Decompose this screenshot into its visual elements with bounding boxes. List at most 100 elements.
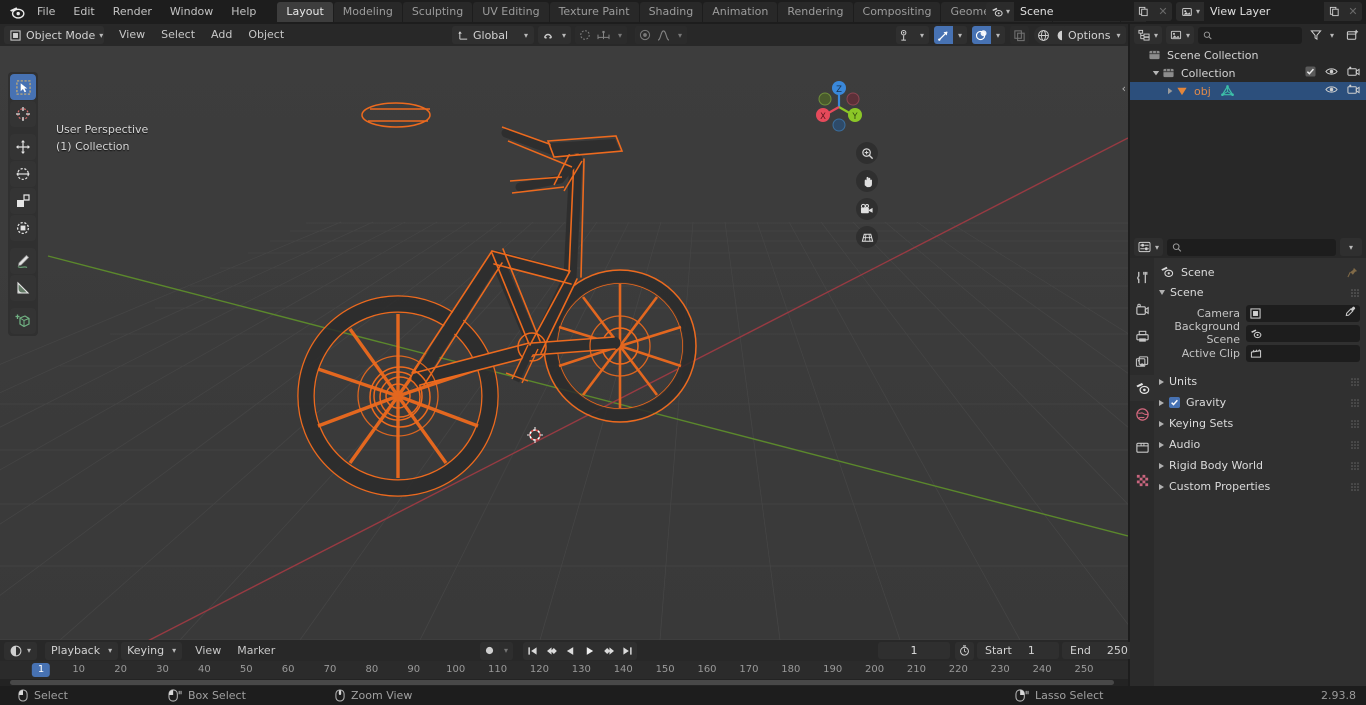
panel-expander-icon[interactable] (1159, 483, 1164, 490)
view-layer-selector[interactable]: ▾ View Layer ✕ (1175, 2, 1362, 21)
proportional-edit-group[interactable]: ▾ (575, 26, 627, 44)
tool-cursor[interactable] (10, 101, 36, 127)
show-overlays-icon[interactable] (972, 26, 991, 44)
keying-popover[interactable]: Keying ▾ (121, 641, 183, 660)
workspace-tab-sculpting[interactable]: Sculpting (402, 2, 473, 22)
viewport-menu-view[interactable]: View (112, 26, 152, 44)
bicycle-object[interactable] (270, 81, 720, 511)
panel-header-units[interactable]: Units (1154, 371, 1366, 392)
workspace-tab-uv-editing[interactable]: UV Editing (473, 2, 549, 22)
scene-name-field[interactable]: Scene (1013, 2, 1134, 21)
sidebar-collapse-arrow[interactable]: ‹ (1122, 82, 1126, 95)
property-input[interactable] (1246, 304, 1360, 322)
visibility-icon[interactable] (896, 26, 915, 44)
falloff-curve-icon[interactable] (654, 26, 673, 44)
outliner-editor-type-selector[interactable]: ▾ (1134, 26, 1163, 44)
tab-world[interactable] (1130, 401, 1154, 427)
panel-header-scene[interactable]: Scene (1154, 282, 1366, 303)
tool-tweak-select[interactable] (10, 74, 36, 100)
panel-header-gravity[interactable]: Gravity (1154, 392, 1366, 413)
tool-rotate[interactable] (10, 161, 36, 187)
navigation-gizmo[interactable]: Z Y X (808, 76, 870, 138)
tab-tool[interactable] (1130, 264, 1154, 290)
next-keyframe-icon[interactable] (599, 642, 618, 660)
tool-move[interactable] (10, 134, 36, 160)
workspace-tab-animation[interactable]: Animation (703, 2, 778, 22)
viewport-menu-add[interactable]: Add (204, 26, 239, 44)
outliner-tree[interactable]: Scene Collection Collection obj (1130, 46, 1366, 236)
panel-header-custom-properties[interactable]: Custom Properties (1154, 476, 1366, 497)
proportional-falloff-group[interactable]: ▾ (635, 26, 687, 44)
xray-toggle[interactable] (1010, 26, 1029, 44)
record-icon[interactable] (480, 642, 499, 660)
timeline-menu-marker[interactable]: Marker (230, 642, 282, 660)
panel-expander-icon[interactable] (1159, 399, 1164, 406)
magnet-icon[interactable] (538, 26, 557, 44)
scene-selector[interactable]: ▾ Scene ✕ (985, 2, 1172, 21)
new-scene-button[interactable] (1133, 2, 1154, 21)
jump-to-end-icon[interactable] (618, 642, 637, 660)
timeline-playhead[interactable]: 1 (31, 663, 51, 677)
use-preview-range-icon[interactable] (955, 641, 974, 660)
snap-increments-icon[interactable] (594, 26, 613, 44)
previous-keyframe-icon[interactable] (542, 642, 561, 660)
3d-viewport[interactable]: User Perspective (1) Collection Z Y X ‹ (0, 46, 1128, 640)
properties-search-input[interactable] (1167, 238, 1336, 256)
outliner-display-mode-selector[interactable]: ▾ (1166, 26, 1195, 44)
property-input[interactable] (1246, 344, 1360, 362)
pin-icon[interactable] (1347, 267, 1358, 278)
outliner-search-input[interactable] (1198, 26, 1302, 44)
start-frame-field[interactable]: Start 1 (977, 642, 1059, 659)
disable-in-render-icon[interactable] (1347, 66, 1360, 80)
outliner-row[interactable]: obj (1130, 82, 1366, 100)
topbar-menu-render[interactable]: Render (104, 2, 161, 22)
play-icon[interactable] (580, 642, 599, 660)
show-gizmo-icon[interactable] (934, 26, 953, 44)
property-input[interactable] (1246, 324, 1360, 342)
timeline-menu-view[interactable]: View (188, 642, 228, 660)
topbar-menu-window[interactable]: Window (161, 2, 222, 22)
current-frame-field[interactable]: 1 (878, 642, 950, 659)
gizmo-toggle-group[interactable]: ▾ (934, 26, 967, 44)
snap-magnet-group[interactable]: ▾ (538, 26, 571, 44)
play-reverse-icon[interactable] (561, 642, 580, 660)
viewport-menu-select[interactable]: Select (154, 26, 202, 44)
outliner-filter-group[interactable]: ▾ (1306, 26, 1339, 44)
outliner-search-field[interactable] (1216, 28, 1297, 42)
filter-icon[interactable] (1306, 26, 1325, 44)
panel-header-audio[interactable]: Audio (1154, 434, 1366, 455)
pan-hand-icon[interactable] (856, 170, 878, 192)
viewport-menu-object[interactable]: Object (241, 26, 291, 44)
tool-add-cube[interactable] (10, 308, 36, 334)
panel-expander-icon[interactable] (1159, 420, 1164, 427)
end-frame-field[interactable]: End 250 (1062, 642, 1140, 659)
tab-output[interactable] (1130, 323, 1154, 349)
view-layer-icon[interactable]: ▾ (1175, 2, 1204, 21)
view-layer-name-field[interactable]: View Layer (1204, 2, 1324, 21)
panel-expander-icon[interactable] (1159, 441, 1164, 448)
panel-header-keying-sets[interactable]: Keying Sets (1154, 413, 1366, 434)
auto-keying-group[interactable]: ▾ (480, 641, 513, 660)
tool-scale[interactable] (10, 188, 36, 214)
panel-header-rigid-body-world[interactable]: Rigid Body World (1154, 455, 1366, 476)
hide-in-viewport-icon[interactable] (1325, 66, 1338, 80)
tool-annotate[interactable] (10, 248, 36, 274)
outliner-row[interactable]: Scene Collection (1130, 46, 1366, 64)
expander-open-icon[interactable] (1150, 69, 1162, 77)
properties-editor-type-selector[interactable]: ▾ (1134, 238, 1164, 256)
workspace-tab-modeling[interactable]: Modeling (333, 2, 402, 22)
eyedropper-icon[interactable] (1345, 306, 1356, 320)
timeline-editor-type-selector[interactable]: ▾ (4, 641, 38, 660)
disable-in-render-icon[interactable] (1347, 84, 1360, 98)
workspace-tab-texture-paint[interactable]: Texture Paint (549, 2, 639, 22)
tool-measure[interactable] (10, 275, 36, 301)
panel-expander-icon[interactable] (1159, 462, 1164, 469)
tool-transform[interactable] (10, 215, 36, 241)
toggle-perspective-icon[interactable] (856, 226, 878, 248)
panel-expander-icon[interactable] (1159, 378, 1164, 385)
topbar-menu-help[interactable]: Help (222, 2, 265, 22)
tab-view-layer[interactable] (1130, 349, 1154, 375)
visibility-selector[interactable]: ▾ (896, 26, 929, 44)
tab-texture[interactable] (1130, 467, 1154, 493)
scene-icon[interactable]: ▾ (985, 2, 1014, 21)
